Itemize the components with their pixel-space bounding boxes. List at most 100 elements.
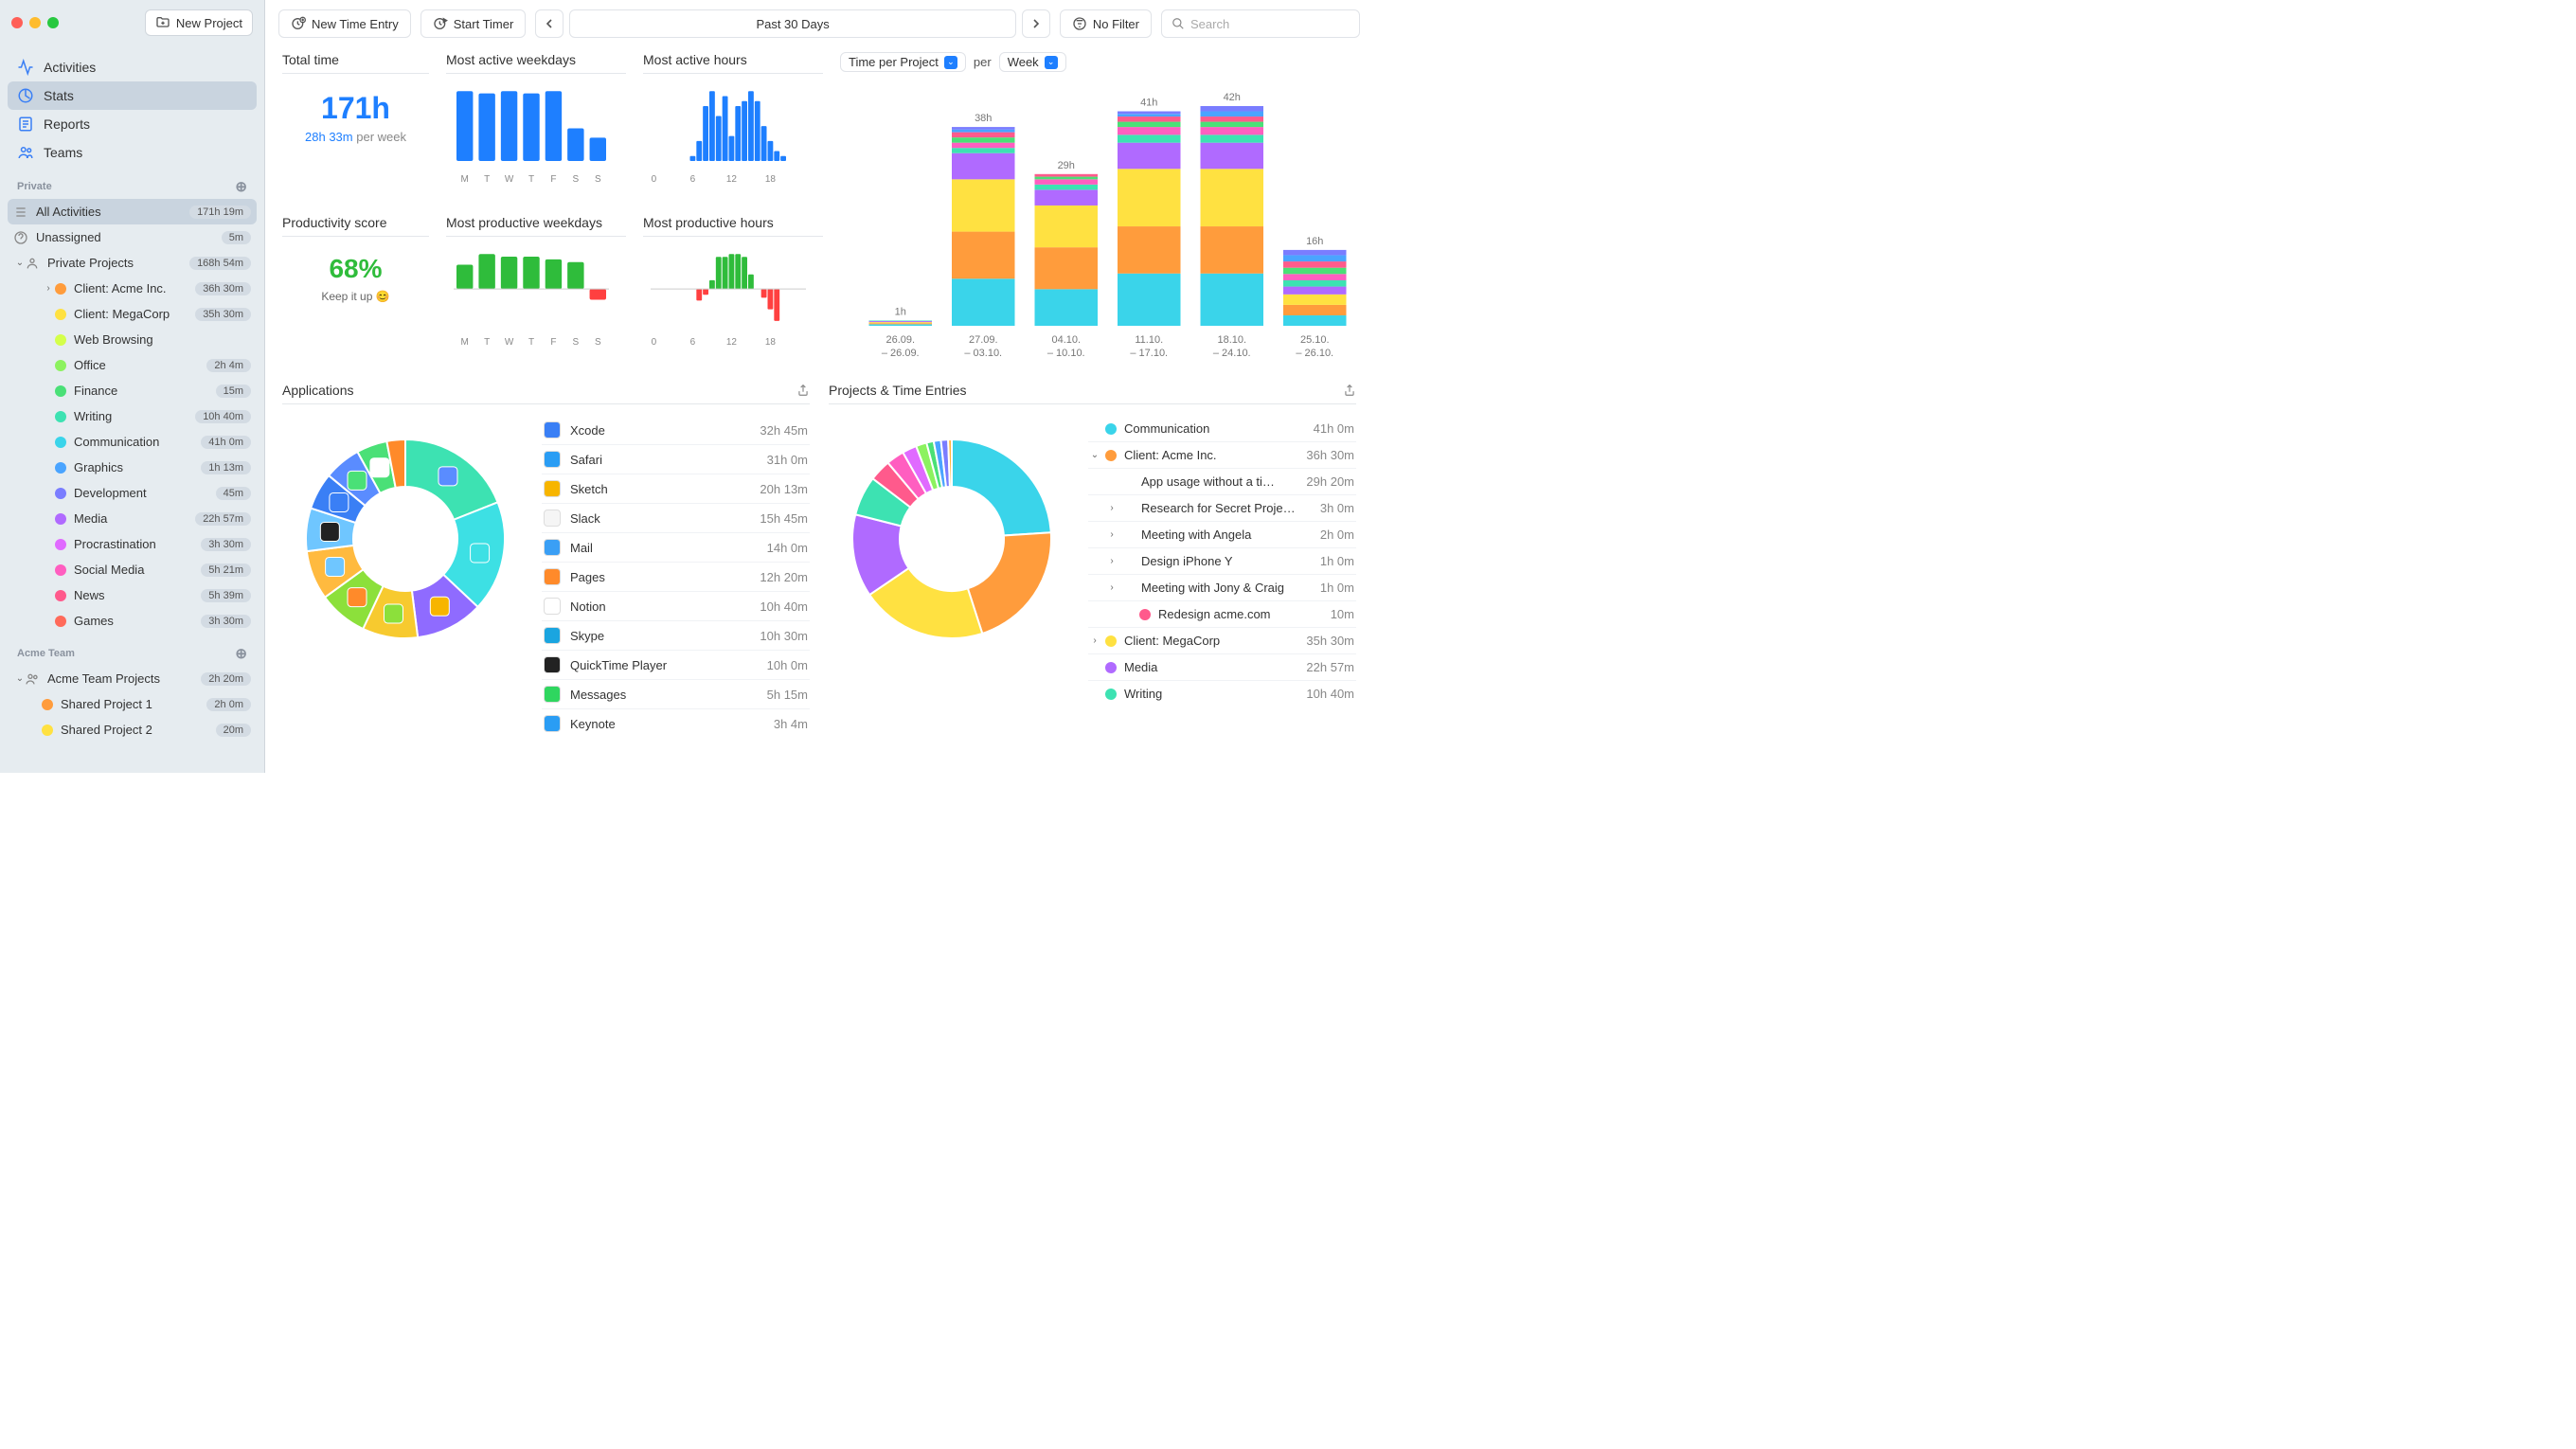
svg-text:04.10.: 04.10. [1051,334,1081,346]
tree-item[interactable]: Writing10h 40m [8,403,257,429]
tree-item[interactable]: Games3h 30m [8,608,257,634]
app-row[interactable]: Keynote 3h 4m [542,709,810,738]
app-row[interactable]: Skype 10h 30m [542,621,810,651]
project-row[interactable]: App usage without a ti…29h 20m [1088,469,1356,495]
dropdown-icon: ⌄ [1045,56,1058,69]
project-row[interactable]: Media22h 57m [1088,654,1356,681]
tree-item[interactable]: Communication41h 0m [8,429,257,455]
project-row[interactable]: ›Client: MegaCorp35h 30m [1088,628,1356,654]
tree-private-projects[interactable]: ⌄ Private Projects 168h 54m [8,250,257,276]
app-row[interactable]: Xcode 32h 45m [542,416,810,445]
chevron-icon: › [1105,582,1118,593]
date-range-display[interactable]: Past 30 Days [569,9,1016,38]
new-time-entry-button[interactable]: New Time Entry [278,9,411,38]
tree-all-activities[interactable]: All Activities 171h 19m [8,199,257,224]
svg-text:M: M [461,337,469,348]
app-row[interactable]: Pages 12h 20m [542,563,810,592]
app-row[interactable]: Slack 15h 45m [542,504,810,533]
project-row[interactable]: Communication41h 0m [1088,416,1356,442]
svg-text:F: F [550,174,556,185]
tree-acme-projects[interactable]: ⌄ Acme Team Projects 2h 20m [8,666,257,691]
color-swatch [55,564,66,576]
most-productive-weekdays-title: Most productive weekdays [446,215,626,237]
share-apps-button[interactable] [796,384,810,397]
period-dropdown[interactable]: Week ⌄ [999,52,1066,72]
project-row[interactable]: ›Design iPhone Y1h 0m [1088,548,1356,575]
applications-donut-chart [282,416,528,662]
new-project-button[interactable]: New Project [145,9,253,36]
color-swatch [55,309,66,320]
add-acme-button[interactable]: ⊕ [235,645,247,662]
tree-item[interactable]: Shared Project 2 20m [8,717,257,742]
project-row[interactable]: ⌄Client: Acme Inc.36h 30m [1088,442,1356,469]
person-icon [25,256,40,271]
tree-item[interactable]: › Client: Acme Inc.36h 30m [8,276,257,301]
window-zoom[interactable] [47,17,59,28]
svg-text:41h: 41h [1140,98,1157,109]
svg-text:29h: 29h [1058,160,1075,171]
svg-text:– 03.10.: – 03.10. [964,348,1002,359]
chevron-icon: › [42,283,55,294]
search-input[interactable]: Search [1161,9,1360,38]
tree-item[interactable]: Graphics1h 13m [8,455,257,480]
start-timer-button[interactable]: Start Timer [420,9,527,38]
tree-item[interactable]: Development45m [8,480,257,506]
window-controls: New Project [0,0,264,45]
color-swatch [55,488,66,499]
color-swatch [42,724,53,736]
project-row[interactable]: ›Research for Secret Proje…3h 0m [1088,495,1356,522]
app-row[interactable]: Notion 10h 40m [542,592,810,621]
nav-activities[interactable]: Activities [8,53,257,81]
tree-item[interactable]: Procrastination3h 30m [8,531,257,557]
svg-text:11.10.: 11.10. [1135,334,1163,346]
date-prev-button[interactable] [535,9,564,38]
add-private-button[interactable]: ⊕ [235,178,247,195]
tree-item[interactable]: Office2h 4m [8,352,257,378]
svg-text:F: F [550,337,556,348]
tree-item[interactable]: Media22h 57m [8,506,257,531]
color-swatch [55,385,66,397]
filter-button[interactable]: No Filter [1060,9,1152,38]
nav-stats[interactable]: Stats [8,81,257,110]
chevron-icon: › [1105,556,1118,566]
help-icon [13,230,28,245]
time-per-project-dropdown[interactable]: Time per Project ⌄ [840,52,966,72]
svg-text:S: S [595,174,601,185]
tree-item[interactable]: Client: MegaCorp35h 30m [8,301,257,327]
tree-item[interactable]: News5h 39m [8,582,257,608]
project-row[interactable]: Writing10h 40m [1088,681,1356,707]
color-swatch [42,699,53,710]
tree-item[interactable]: Social Media5h 21m [8,557,257,582]
chevron-icon: › [1105,503,1118,513]
tree-item[interactable]: Web Browsing [8,327,257,352]
app-row[interactable]: Sketch 20h 13m [542,474,810,504]
nav-reports[interactable]: Reports [8,110,257,138]
svg-text:12: 12 [726,337,738,348]
tree-item[interactable]: Shared Project 1 2h 0m [8,691,257,717]
most-productive-hours-title: Most productive hours [643,215,823,237]
sidebar: New Project Activities Stats Reports Tea… [0,0,265,773]
most-productive-weekdays-chart: MTWTFSS [446,246,617,350]
project-row[interactable]: Redesign acme.com10m [1088,601,1356,628]
filter-icon [1072,16,1087,31]
nav-teams[interactable]: Teams [8,138,257,167]
svg-text:0: 0 [652,337,657,348]
share-projects-button[interactable] [1343,384,1356,397]
share-icon [796,384,810,397]
list-icon [13,205,28,220]
window-minimize[interactable] [29,17,41,28]
tree-unassigned[interactable]: Unassigned 5m [8,224,257,250]
date-next-button[interactable] [1022,9,1050,38]
project-row[interactable]: ›Meeting with Jony & Craig1h 0m [1088,575,1356,601]
app-row[interactable]: Messages 5h 15m [542,680,810,709]
app-row[interactable]: QuickTime Player 10h 0m [542,651,810,680]
window-close[interactable] [11,17,23,28]
svg-text:– 26.09.: – 26.09. [882,348,920,359]
svg-text:0: 0 [652,174,657,185]
color-swatch [55,360,66,371]
app-row[interactable]: Safari 31h 0m [542,445,810,474]
tree-item[interactable]: Finance15m [8,378,257,403]
svg-text:– 26.10.: – 26.10. [1296,348,1333,359]
project-row[interactable]: ›Meeting with Angela2h 0m [1088,522,1356,548]
app-row[interactable]: Mail 14h 0m [542,533,810,563]
